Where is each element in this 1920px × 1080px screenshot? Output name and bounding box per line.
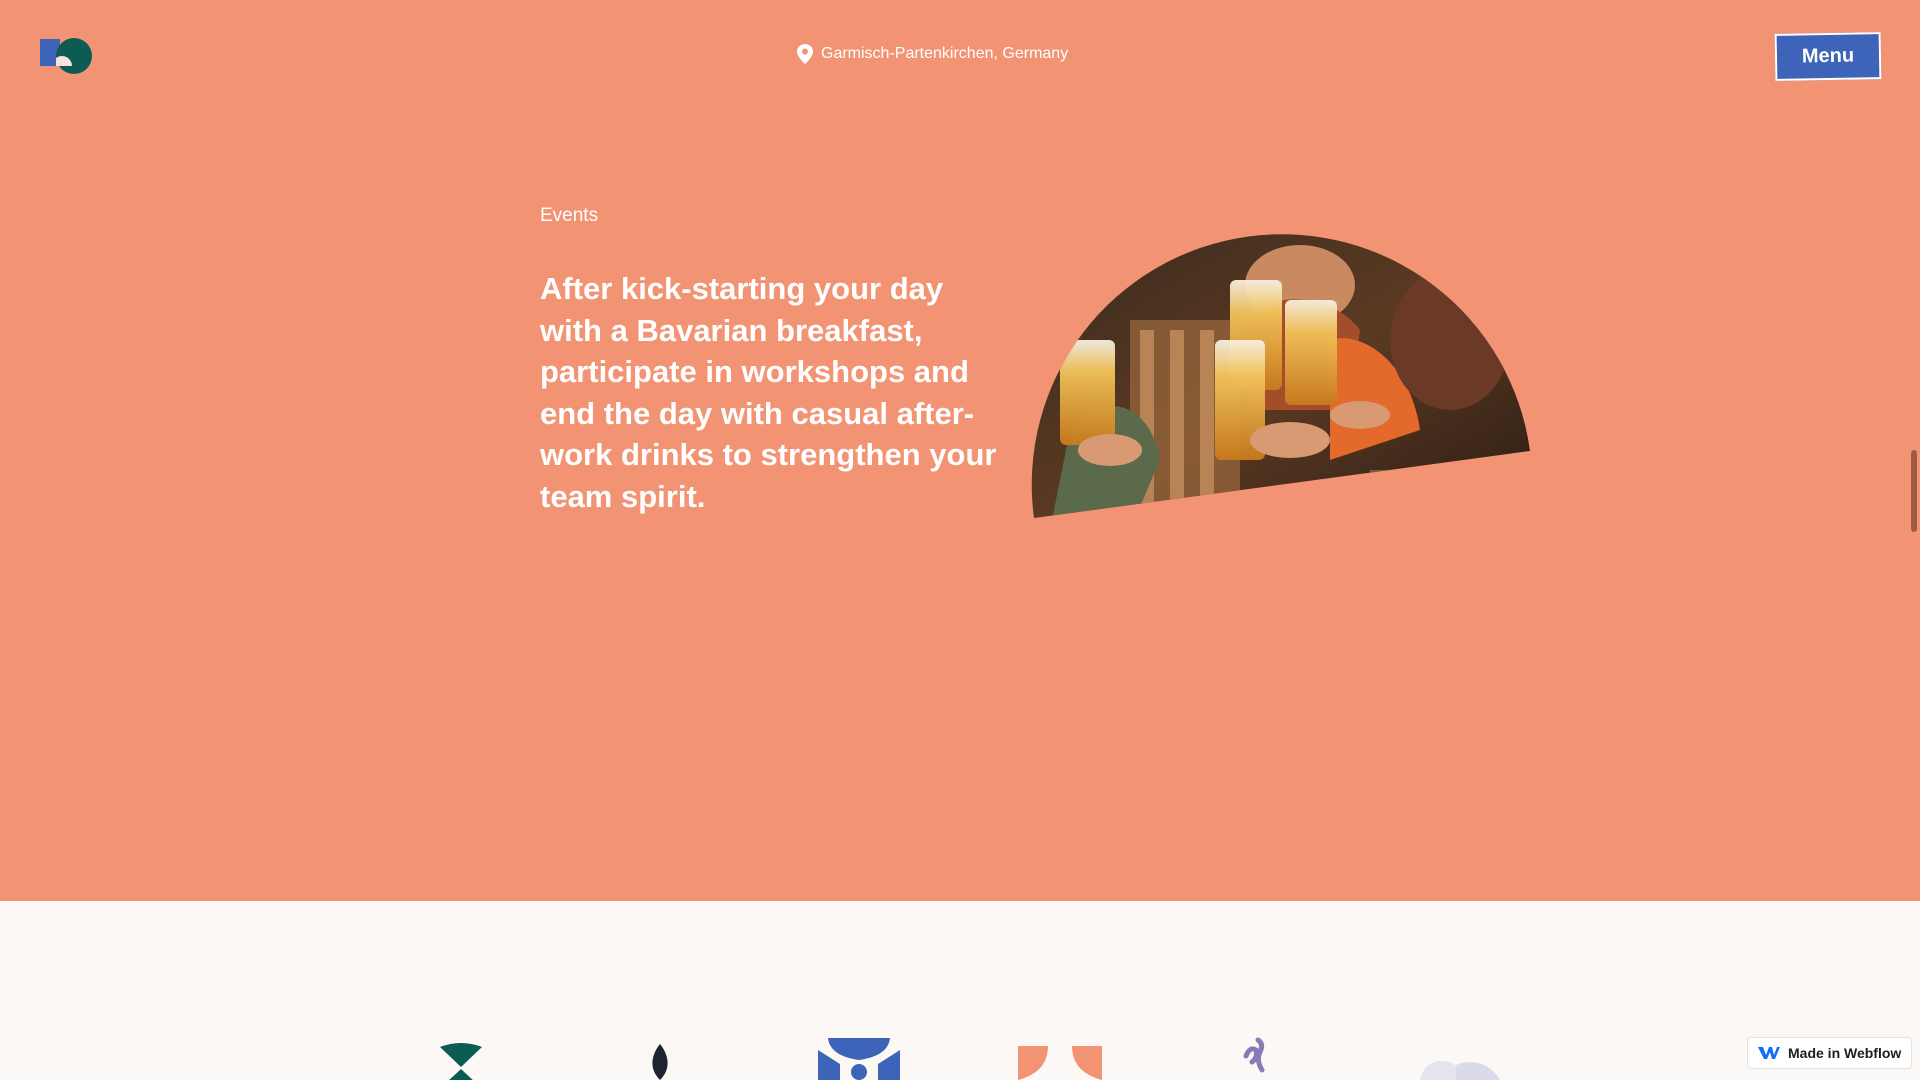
badge-label: Made in Webflow [1788,1045,1902,1061]
scrollbar-thumb[interactable] [1911,450,1917,532]
swirl-shape-icon [1243,1037,1265,1073]
split-shape-icon [1018,1046,1102,1080]
webflow-icon [1758,1047,1780,1059]
logo-icon[interactable] [38,36,94,76]
hero-headline: After kick-starting your day with a Bava… [540,271,997,514]
hero-section: Garmisch-Partenkirchen, Germany Menu Eve… [0,0,1920,901]
location-indicator: Garmisch-Partenkirchen, Germany [797,44,1068,64]
made-in-webflow-badge[interactable]: Made in Webflow [1747,1037,1913,1069]
location-text: Garmisch-Partenkirchen, Germany [821,45,1069,62]
fan-shape-icon [1420,1060,1500,1080]
beer-toast-photo [1031,234,1531,519]
leaf-shape-icon [652,1044,668,1080]
section-label: Events [540,205,599,226]
location-pin-icon [797,44,813,64]
figure-shape-icon [818,1038,900,1080]
hourglass-shape-icon [440,1043,482,1080]
menu-button[interactable]: Menu [1774,32,1882,81]
logo-strip [0,901,1920,1080]
